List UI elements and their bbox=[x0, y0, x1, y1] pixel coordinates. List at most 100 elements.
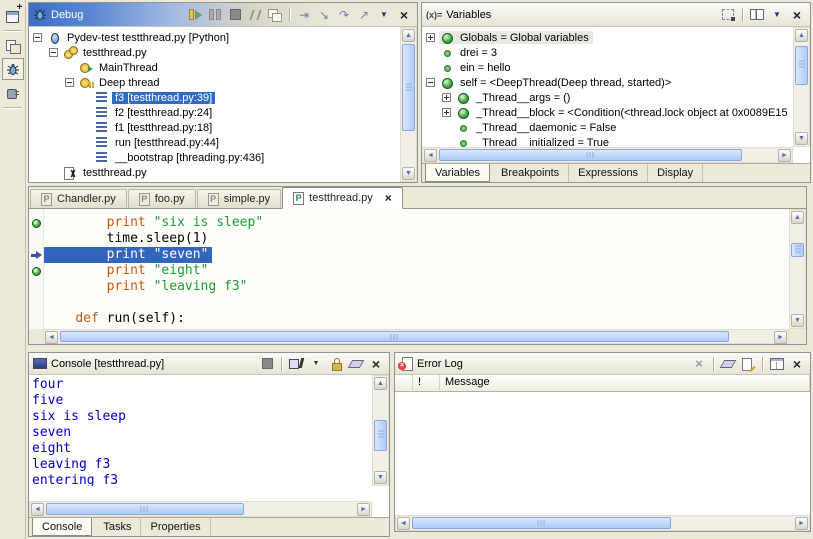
editor-horizontal-scrollbar[interactable]: ◄ ► bbox=[43, 329, 789, 344]
scroll-right-button[interactable]: ► bbox=[357, 503, 370, 516]
resource-perspective-button[interactable] bbox=[2, 35, 24, 57]
variables-vertical-scrollbar[interactable]: ▲ ▼ bbox=[793, 27, 810, 147]
scroll-down-button[interactable]: ▼ bbox=[791, 314, 804, 327]
scrollbar-thumb[interactable] bbox=[439, 149, 742, 161]
expand-icon[interactable] bbox=[442, 93, 451, 102]
show-detail-pane-icon[interactable] bbox=[748, 7, 766, 23]
gutter-cell[interactable] bbox=[29, 219, 44, 228]
scrollbar-thumb[interactable] bbox=[795, 46, 808, 86]
tree-item[interactable]: drei = 3 bbox=[426, 45, 793, 60]
console-view-titlebar[interactable]: Console [testthread.py] bbox=[29, 353, 389, 375]
tree-item[interactable]: _Thread__daemonic = False bbox=[426, 120, 793, 135]
tree-item[interactable]: ein = hello bbox=[426, 60, 793, 75]
step-with-filters-icon[interactable] bbox=[295, 7, 313, 23]
delete-log-icon[interactable] bbox=[690, 356, 708, 372]
show-logical-structure-icon[interactable] bbox=[719, 7, 737, 23]
scrollbar-thumb[interactable] bbox=[791, 243, 804, 257]
scroll-down-button[interactable]: ▼ bbox=[402, 167, 415, 180]
variables-horizontal-scrollbar[interactable]: ◄ ► bbox=[422, 147, 793, 163]
tree-item[interactable]: _Thread__initialized = True bbox=[426, 135, 793, 147]
debug-view-titlebar[interactable]: Debug bbox=[29, 3, 417, 27]
close-icon[interactable] bbox=[395, 7, 413, 23]
scroll-left-button[interactable]: ◄ bbox=[31, 503, 44, 516]
console-vertical-scrollbar[interactable]: ▲ ▼ bbox=[372, 375, 389, 486]
error-log-horizontal-scrollbar[interactable]: ◄ ► bbox=[395, 515, 810, 531]
step-over-icon[interactable] bbox=[335, 7, 353, 23]
tree-item[interactable]: MainThread bbox=[33, 60, 400, 75]
scroll-left-button[interactable]: ◄ bbox=[397, 517, 410, 530]
remove-all-terminated-icon[interactable] bbox=[266, 7, 284, 23]
code-line[interactable] bbox=[29, 295, 789, 311]
expand-icon[interactable] bbox=[426, 33, 435, 42]
editor-vertical-scrollbar[interactable]: ▲ ▼ bbox=[789, 209, 806, 329]
error-log-table[interactable] bbox=[395, 392, 810, 515]
scroll-left-button[interactable]: ◄ bbox=[424, 149, 437, 162]
tree-item[interactable]: Pydev-test testthread.py [Python] bbox=[33, 30, 400, 45]
clear-console-icon[interactable] bbox=[347, 356, 365, 372]
tree-item[interactable]: Deep thread bbox=[33, 75, 400, 90]
open-perspective-button[interactable] bbox=[2, 4, 24, 26]
collapse-icon[interactable] bbox=[426, 78, 435, 87]
restore-log-icon[interactable] bbox=[768, 356, 786, 372]
tab-expressions[interactable]: Expressions bbox=[569, 164, 648, 182]
tab-breakpoints[interactable]: Breakpoints bbox=[492, 164, 569, 182]
scroll-right-button[interactable]: ► bbox=[778, 149, 791, 162]
error-log-titlebar[interactable]: Error Log bbox=[395, 353, 810, 375]
tree-item[interactable]: f2 [testthread.py:24] bbox=[33, 105, 400, 120]
gutter-cell[interactable] bbox=[29, 267, 44, 276]
tree-item[interactable]: __bootstrap [threading.py:436] bbox=[33, 150, 400, 165]
code-line[interactable]: def run(self): bbox=[29, 311, 789, 327]
code-line[interactable]: print "six is sleep" bbox=[29, 215, 789, 231]
resume-icon[interactable] bbox=[186, 7, 204, 23]
view-menu-icon[interactable] bbox=[375, 7, 393, 23]
suspend-icon[interactable] bbox=[206, 7, 224, 23]
disconnect-icon[interactable] bbox=[246, 7, 264, 23]
variables-view-titlebar[interactable]: (x)= Variables bbox=[422, 3, 810, 27]
close-icon[interactable] bbox=[788, 7, 806, 23]
console-horizontal-scrollbar[interactable]: ◄ ► bbox=[29, 501, 372, 517]
scrollbar-thumb[interactable] bbox=[60, 331, 729, 342]
column-header-message[interactable]: Message bbox=[440, 375, 810, 392]
scroll-lock-icon[interactable] bbox=[327, 356, 345, 372]
step-return-icon[interactable] bbox=[355, 7, 373, 23]
open-log-icon[interactable] bbox=[739, 356, 757, 372]
tree-item[interactable]: testthread.py bbox=[33, 45, 400, 60]
tree-item[interactable]: Globals = Global variables bbox=[426, 30, 793, 45]
scroll-right-button[interactable]: ► bbox=[774, 331, 787, 344]
scroll-down-button[interactable]: ▼ bbox=[795, 132, 808, 145]
scrollbar-thumb[interactable] bbox=[46, 503, 244, 515]
step-into-icon[interactable] bbox=[315, 7, 333, 23]
scroll-left-button[interactable]: ◄ bbox=[45, 331, 58, 344]
tab-display[interactable]: Display bbox=[648, 164, 703, 182]
tree-item[interactable]: run [testthread.py:44] bbox=[33, 135, 400, 150]
column-header-severity[interactable]: ! bbox=[413, 375, 440, 392]
tree-item[interactable]: self = <DeepThread(Deep thread, started)… bbox=[426, 75, 793, 90]
code-line[interactable]: print "seven" bbox=[29, 247, 789, 263]
tab-variables[interactable]: Variables bbox=[425, 164, 490, 182]
close-icon[interactable] bbox=[367, 356, 385, 372]
code-line[interactable]: time.sleep(1) bbox=[29, 231, 789, 247]
tab-console[interactable]: Console bbox=[32, 518, 92, 536]
scroll-right-button[interactable]: ► bbox=[795, 517, 808, 530]
tree-item[interactable]: f1 [testthread.py:18] bbox=[33, 120, 400, 135]
tree-item[interactable]: testthread.py bbox=[33, 165, 400, 180]
scroll-up-button[interactable]: ▲ bbox=[795, 29, 808, 42]
tab-tasks[interactable]: Tasks bbox=[94, 518, 141, 536]
tab-properties[interactable]: Properties bbox=[141, 518, 210, 536]
expand-icon[interactable] bbox=[442, 108, 451, 117]
scroll-down-button[interactable]: ▼ bbox=[374, 471, 387, 484]
view-menu-icon[interactable] bbox=[768, 7, 786, 23]
scroll-up-button[interactable]: ▲ bbox=[791, 211, 804, 224]
debug-vertical-scrollbar[interactable]: ▲ ▼ bbox=[400, 27, 417, 182]
scrollbar-thumb[interactable] bbox=[402, 44, 415, 131]
tree-item[interactable]: _Thread__block = <Condition(<thread.lock… bbox=[426, 105, 793, 120]
tab-testthread-py[interactable]: Ptestthread.py× bbox=[282, 187, 403, 209]
collapse-icon[interactable] bbox=[33, 33, 42, 42]
display-selected-console-icon[interactable] bbox=[287, 356, 305, 372]
console-dropdown-icon[interactable] bbox=[307, 356, 325, 372]
gutter-cell[interactable] bbox=[29, 251, 44, 260]
clear-log-icon[interactable] bbox=[719, 356, 737, 372]
column-header-blank[interactable] bbox=[395, 375, 413, 392]
close-tab-icon[interactable]: × bbox=[385, 192, 392, 204]
scrollbar-thumb[interactable] bbox=[374, 420, 387, 451]
